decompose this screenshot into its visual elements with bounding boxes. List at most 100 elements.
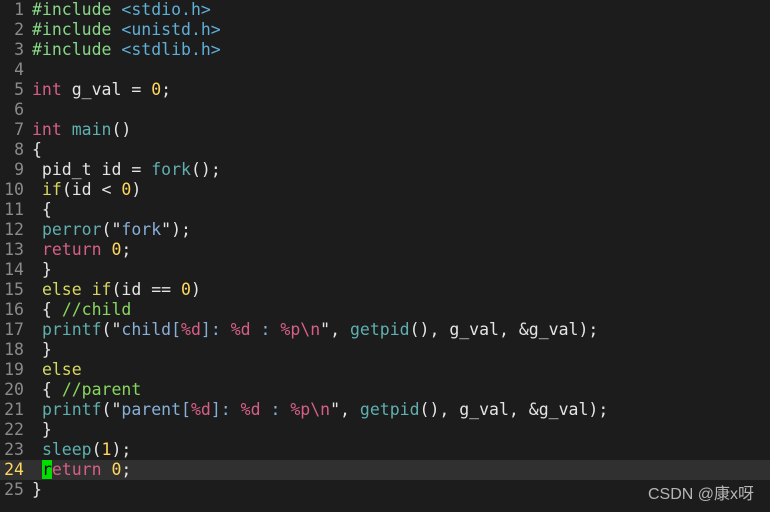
code-token: fork bbox=[151, 160, 191, 179]
code-token: ( bbox=[91, 440, 102, 459]
line-code: perror("fork"); bbox=[32, 220, 191, 240]
line-number: 2 bbox=[14, 20, 24, 39]
code-line[interactable]: 11 { bbox=[0, 200, 770, 220]
vim-editor[interactable]: 1 #include <stdio.h> 2 #include <unistd.h> 3… bbox=[0, 0, 770, 512]
line-number: 3 bbox=[14, 40, 24, 59]
code-token: } bbox=[32, 340, 52, 359]
line-number: 18 bbox=[4, 340, 24, 359]
code-token: ) bbox=[131, 180, 142, 199]
line-code: else if(id == 0) bbox=[32, 280, 201, 300]
line-number: 24 bbox=[4, 460, 24, 479]
code-token: (" bbox=[101, 400, 122, 419]
code-token: %p\n bbox=[280, 320, 321, 339]
code-token: 0 bbox=[181, 280, 191, 299]
code-line[interactable]: 19 else bbox=[0, 360, 770, 380]
code-line[interactable]: 23 sleep(1); bbox=[0, 440, 770, 460]
code-token: ", bbox=[320, 320, 350, 339]
code-token: #include bbox=[32, 20, 122, 39]
code-token: //child bbox=[61, 300, 132, 319]
code-token: (id == bbox=[111, 280, 182, 299]
code-line-current[interactable]: 24 return 0; bbox=[0, 460, 770, 480]
code-token: %d bbox=[181, 320, 201, 339]
code-token: { bbox=[32, 300, 62, 319]
code-token: { bbox=[32, 140, 42, 159]
code-token: "); bbox=[161, 220, 191, 239]
code-line[interactable]: 20 { //parent bbox=[0, 380, 770, 400]
code-line[interactable]: 12 perror("fork"); bbox=[0, 220, 770, 240]
code-line[interactable]: 9 pid_t id = fork(); bbox=[0, 160, 770, 180]
code-token: getpid bbox=[359, 400, 420, 419]
code-line[interactable]: 18 } bbox=[0, 340, 770, 360]
code-token: int bbox=[32, 80, 62, 99]
line-code: } bbox=[32, 260, 52, 280]
code-line[interactable]: 8{ bbox=[0, 140, 770, 160]
code-line[interactable]: 3 #include <stdlib.h> bbox=[0, 40, 770, 60]
line-code: if(id < 0) bbox=[32, 180, 141, 200]
code-area[interactable]: 1 #include <stdio.h> 2 #include <unistd.h> 3… bbox=[0, 0, 770, 500]
code-token: else bbox=[41, 360, 82, 379]
code-token: (" bbox=[101, 320, 122, 339]
code-token: { bbox=[32, 200, 52, 219]
code-token: ]: bbox=[210, 400, 241, 419]
code-token: //parent bbox=[61, 380, 142, 399]
code-token: ; bbox=[161, 80, 172, 99]
code-line[interactable]: 10 if(id < 0) bbox=[0, 180, 770, 200]
line-code: { bbox=[32, 140, 42, 160]
code-token: () bbox=[111, 120, 132, 139]
line-code: sleep(1); bbox=[32, 440, 131, 460]
code-line[interactable]: 15 else if(id == 0) bbox=[0, 280, 770, 300]
code-line[interactable]: 17 printf("child[%d]: %d : %p\n", getpid… bbox=[0, 320, 770, 340]
code-token: pid_t id = bbox=[32, 160, 152, 179]
code-token: 0 bbox=[111, 460, 122, 479]
line-code: printf("parent[%d]: %d : %p\n", getpid()… bbox=[32, 400, 608, 420]
code-line[interactable]: 14 } bbox=[0, 260, 770, 280]
code-line[interactable]: 13 return 0; bbox=[0, 240, 770, 260]
code-token: %p\n bbox=[290, 400, 331, 419]
code-token: sleep bbox=[41, 440, 92, 459]
code-token: getpid bbox=[349, 320, 410, 339]
line-code: return 0; bbox=[32, 460, 131, 480]
code-token: main bbox=[71, 120, 112, 139]
code-token: parent[ bbox=[121, 400, 191, 419]
line-code: #include <stdio.h> bbox=[32, 0, 211, 20]
code-line[interactable]: 1 #include <stdio.h> bbox=[0, 0, 770, 20]
code-token: return bbox=[41, 240, 102, 259]
code-line[interactable]: 21 printf("parent[%d]: %d : %p\n", getpi… bbox=[0, 400, 770, 420]
code-token: eturn bbox=[51, 460, 102, 479]
code-token: } bbox=[32, 260, 52, 279]
code-line[interactable]: 22 } bbox=[0, 420, 770, 440]
line-code: pid_t id = fork(); bbox=[32, 160, 221, 180]
code-token: child[ bbox=[121, 320, 182, 339]
code-line[interactable]: 16 { //child bbox=[0, 300, 770, 320]
code-token: g_val = bbox=[61, 80, 152, 99]
code-token: 0 bbox=[121, 180, 132, 199]
line-code: return 0; bbox=[32, 240, 131, 260]
code-line[interactable]: 2 #include <unistd.h> bbox=[0, 20, 770, 40]
code-token: (), g_val, &g_val); bbox=[419, 400, 609, 419]
code-line[interactable]: 4 bbox=[0, 60, 770, 80]
line-code: printf("child[%d]: %d : %p\n", getpid(),… bbox=[32, 320, 598, 340]
code-token: (); bbox=[190, 160, 221, 179]
code-line[interactable]: 7 int main() bbox=[0, 120, 770, 140]
code-line[interactable]: 6 bbox=[0, 100, 770, 120]
line-code: #include <stdlib.h> bbox=[32, 40, 221, 60]
line-number: 19 bbox=[4, 360, 24, 379]
code-token: %d bbox=[230, 320, 251, 339]
code-token: (), g_val, &g_val); bbox=[409, 320, 599, 339]
code-token: 1 bbox=[101, 440, 112, 459]
code-token: (id < bbox=[61, 180, 122, 199]
line-number: 25 bbox=[4, 480, 24, 499]
code-token: fork bbox=[121, 220, 162, 239]
line-number: 9 bbox=[14, 160, 24, 179]
code-line[interactable]: 5 int g_val = 0; bbox=[0, 80, 770, 100]
line-number: 6 bbox=[14, 100, 24, 119]
code-token: %d bbox=[190, 400, 211, 419]
